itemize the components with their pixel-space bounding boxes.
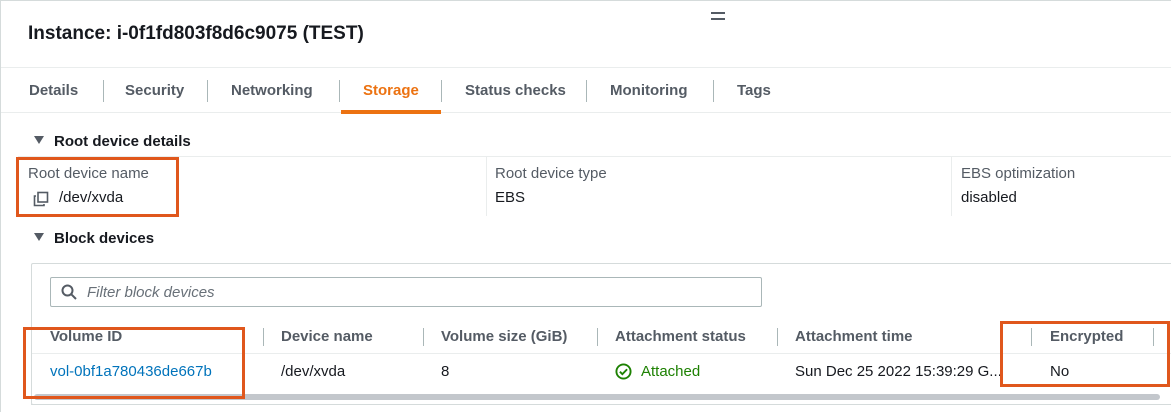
- volume-id-link[interactable]: vol-0bf1a780436de667b: [50, 363, 212, 380]
- filter-block-devices[interactable]: [50, 277, 762, 307]
- tab-divider: [713, 80, 714, 102]
- column-resizer[interactable]: [263, 328, 264, 346]
- copy-icon[interactable]: [33, 191, 49, 207]
- tab-divider: [207, 80, 208, 102]
- column-header-volume-id[interactable]: Volume ID: [50, 328, 122, 345]
- tab-tags[interactable]: Tags: [737, 68, 771, 114]
- tab-storage[interactable]: Storage: [363, 68, 419, 114]
- device-name-cell: /dev/xvda: [281, 363, 346, 380]
- ebs-optimization-label: EBS optimization: [961, 165, 1076, 182]
- tab-status-checks[interactable]: Status checks: [465, 68, 566, 114]
- encrypted-cell: No: [1050, 363, 1070, 380]
- volume-size-cell: 8: [441, 363, 450, 380]
- column-header-attachment-status[interactable]: Attachment status: [615, 328, 746, 345]
- attachment-time-cell: Sun Dec 25 2022 15:39:29 G...: [795, 363, 1002, 380]
- block-devices-section-toggle[interactable]: Block devices: [34, 230, 154, 247]
- column-header-device-name[interactable]: Device name: [281, 328, 373, 345]
- check-circle-icon: [615, 363, 632, 380]
- filter-input[interactable]: [87, 278, 747, 306]
- tab-divider: [586, 80, 587, 102]
- divider: [31, 404, 1171, 405]
- root-device-name-value: /dev/xvda: [59, 189, 124, 206]
- column-header-volume-size[interactable]: Volume size (GiB): [441, 328, 567, 345]
- column-resizer[interactable]: [1031, 328, 1032, 346]
- column-divider: [486, 156, 487, 216]
- divider: [32, 353, 1171, 354]
- column-resizer[interactable]: [1153, 328, 1154, 346]
- tab-monitoring[interactable]: Monitoring: [610, 68, 687, 114]
- divider: [18, 156, 1171, 157]
- tab-details[interactable]: Details: [29, 68, 78, 114]
- active-tab-indicator: [341, 110, 441, 114]
- attachment-status-cell: Attached: [641, 363, 701, 380]
- drag-handle-icon[interactable]: [711, 12, 725, 20]
- root-device-type-value: EBS: [495, 189, 526, 206]
- block-devices-section-title: Block devices: [54, 230, 155, 247]
- ebs-optimization-value: disabled: [961, 189, 1017, 206]
- column-header-attachment-time[interactable]: Attachment time: [795, 328, 913, 345]
- search-icon: [61, 284, 77, 300]
- column-divider: [951, 156, 952, 216]
- column-resizer[interactable]: [597, 328, 598, 346]
- tab-security[interactable]: Security: [125, 68, 184, 114]
- horizontal-scrollbar[interactable]: [34, 394, 1160, 400]
- column-header-encrypted[interactable]: Encrypted: [1050, 328, 1123, 345]
- tab-bar: Details Security Networking Storage Stat…: [1, 67, 1171, 114]
- tab-divider: [103, 80, 104, 102]
- root-device-name-label: Root device name: [28, 165, 149, 182]
- root-device-section-title: Root device details: [54, 133, 191, 150]
- root-device-section-toggle[interactable]: Root device details: [34, 133, 191, 150]
- instance-details-panel: Instance: i-0f1fd803f8d6c9075 (TEST) Det…: [0, 0, 1171, 412]
- tab-divider: [441, 80, 442, 102]
- caret-down-icon: [34, 233, 44, 241]
- column-resizer[interactable]: [423, 328, 424, 346]
- page-title: Instance: i-0f1fd803f8d6c9075 (TEST): [28, 23, 364, 44]
- tab-networking[interactable]: Networking: [231, 68, 313, 114]
- tab-divider: [339, 80, 340, 102]
- column-resizer[interactable]: [777, 328, 778, 346]
- caret-down-icon: [34, 136, 44, 144]
- root-device-type-label: Root device type: [495, 165, 607, 182]
